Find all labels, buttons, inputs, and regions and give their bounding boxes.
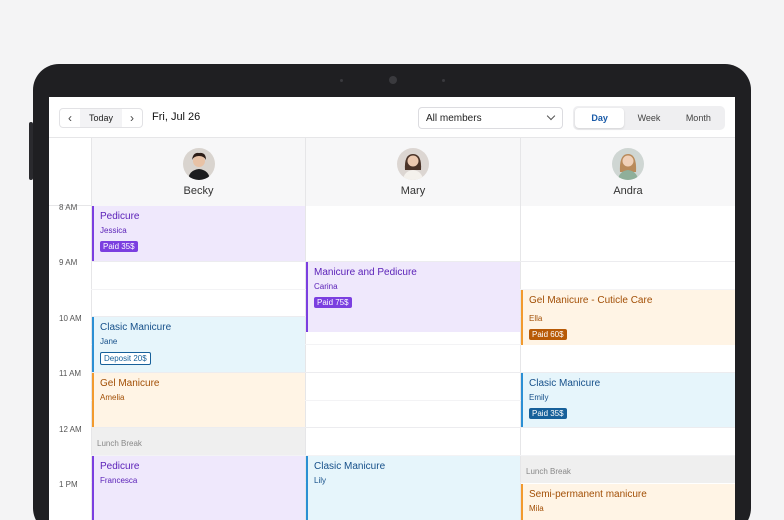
appointment-card[interactable]: Clasic Manicure Lily: [306, 456, 520, 520]
chevron-down-icon: [546, 111, 556, 121]
appointment-card[interactable]: Clasic Manicure Emily Paid 35$: [521, 373, 735, 427]
chevron-left-icon[interactable]: ‹: [60, 109, 80, 127]
appointment-card[interactable]: Semi-permanent manicure Mila: [521, 484, 735, 520]
schedule-grid: 8 AM 9 AM 10 AM 11 AM 12 AM 1 PM Pedicur…: [49, 203, 735, 520]
break-label: Lunch Break: [97, 439, 142, 448]
payment-badge: Paid 35$: [100, 241, 138, 252]
staff-header: Becky Mary Andra: [49, 138, 735, 206]
time-label: 10 AM: [59, 314, 82, 323]
appointment-client: Jane: [100, 337, 118, 346]
chevron-right-icon[interactable]: ›: [122, 109, 142, 127]
tablet-side-button: [29, 122, 33, 180]
staff-column-andra[interactable]: Andra: [520, 138, 735, 206]
appointment-client: Mila: [529, 504, 544, 513]
time-label: 1 PM: [59, 480, 78, 489]
lunch-break-block[interactable]: Lunch Break: [521, 456, 735, 483]
avatar: [612, 148, 644, 180]
appointment-client: Amelia: [100, 393, 125, 402]
sensor-dot: [442, 79, 445, 82]
payment-badge: Paid 35$: [529, 408, 567, 419]
time-label: 8 AM: [59, 203, 78, 212]
appointment-client: Francesca: [100, 476, 138, 485]
staff-name: Andra: [613, 185, 643, 197]
staff-name: Mary: [400, 185, 426, 197]
view-month-button[interactable]: Month: [674, 108, 723, 128]
camera-icon: [389, 76, 397, 84]
appointment-card[interactable]: Manicure and Pedicure Carina Paid 75$: [306, 262, 520, 332]
break-label: Lunch Break: [526, 467, 571, 476]
appointment-client: Lily: [314, 476, 327, 485]
sensor-dot: [340, 79, 343, 82]
staff-column-becky[interactable]: Becky: [91, 138, 305, 206]
appointment-card[interactable]: Pedicure Jessica Paid 35$: [92, 206, 305, 261]
time-label: 11 AM: [59, 369, 82, 378]
view-week-button[interactable]: Week: [624, 108, 673, 128]
calendar-app: ‹ Today › Fri, Jul 26 All members Day We…: [49, 97, 735, 520]
view-switcher: Day Week Month: [573, 106, 725, 130]
appointment-title: Pedicure: [100, 211, 140, 222]
members-select[interactable]: All members: [418, 107, 563, 129]
appointment-title: Gel Manicure: [100, 378, 160, 389]
appointment-client: Carina: [314, 282, 338, 291]
staff-column-mary[interactable]: Mary: [305, 138, 520, 206]
appointment-card[interactable]: Gel Manicure Amelia: [92, 373, 305, 427]
current-date: Fri, Jul 26: [152, 111, 201, 123]
appointment-client: Jessica: [100, 226, 127, 235]
staff-name: Becky: [183, 185, 214, 197]
deposit-badge: Deposit 20$: [100, 352, 151, 365]
appointment-title: Pedicure: [100, 461, 140, 472]
avatar: [183, 148, 215, 180]
appointment-title: Gel Manicure - Cuticle Care: [529, 295, 653, 306]
appointment-client: Emily: [529, 393, 549, 402]
time-label: 12 AM: [59, 425, 82, 434]
appointment-title: Semi-permanent manicure: [529, 489, 647, 500]
appointment-title: Clasic Manicure: [529, 378, 601, 389]
payment-badge: Paid 60$: [529, 329, 567, 340]
lunch-break-block[interactable]: Lunch Break: [92, 428, 305, 455]
members-select-value: All members: [426, 112, 482, 124]
appointment-card[interactable]: Pedicure Francesca: [92, 456, 305, 520]
appointment-card[interactable]: Gel Manicure - Cuticle Care Ella Paid 60…: [521, 290, 735, 345]
today-button[interactable]: Today: [80, 109, 122, 127]
payment-badge: Paid 75$: [314, 297, 352, 308]
avatar: [397, 148, 429, 180]
time-label: 9 AM: [59, 258, 78, 267]
toolbar: ‹ Today › Fri, Jul 26 All members Day We…: [49, 97, 735, 138]
appointment-title: Clasic Manicure: [100, 322, 172, 333]
appointment-title: Manicure and Pedicure: [314, 267, 417, 278]
appointment-card[interactable]: Clasic Manicure Jane Deposit 20$: [92, 317, 305, 372]
appointment-client: Ella: [529, 314, 543, 323]
date-navigation: ‹ Today ›: [59, 108, 143, 128]
appointment-title: Clasic Manicure: [314, 461, 386, 472]
view-day-button[interactable]: Day: [575, 108, 625, 128]
